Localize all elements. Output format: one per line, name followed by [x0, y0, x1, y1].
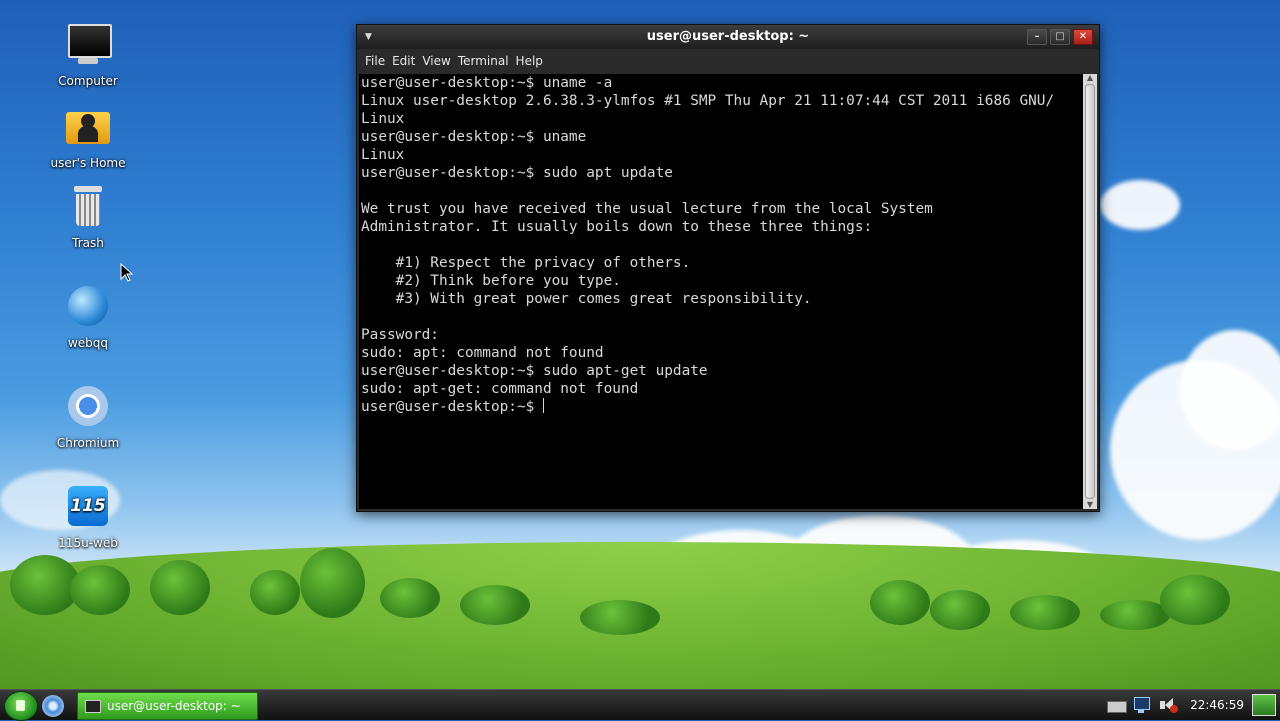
desktop-icon-label: user's Home: [50, 156, 126, 170]
terminal-line: user@user-desktop:~$: [361, 398, 544, 415]
desktop-icon-computer[interactable]: Computer: [38, 22, 138, 88]
desktop-icon-chromium[interactable]: Chromium: [38, 384, 138, 450]
terminal-line: Linux: [361, 111, 405, 127]
terminal-output[interactable]: user@user-desktop:~$ uname -a Linux user-…: [359, 74, 1083, 509]
desktop-icon-webqq[interactable]: webqq: [38, 284, 138, 350]
menu-terminal[interactable]: Terminal: [458, 54, 509, 68]
globe-icon: [64, 284, 112, 332]
start-menu-button[interactable]: [4, 691, 38, 721]
trash-icon: [64, 184, 112, 232]
terminal-window[interactable]: ▼ user@user-desktop: ~ – □ ✕ File Edit V…: [356, 24, 1100, 512]
terminal-line: user@user-desktop:~$ uname -a: [361, 75, 613, 91]
menu-view[interactable]: View: [422, 54, 450, 68]
terminal-icon: [85, 700, 101, 713]
terminal-line: #1) Respect the privacy of others.: [361, 255, 691, 271]
maximize-button[interactable]: □: [1050, 29, 1070, 45]
menu-help[interactable]: Help: [516, 54, 543, 68]
115-app-icon: 115: [64, 484, 112, 532]
menu-edit[interactable]: Edit: [392, 54, 415, 68]
taskbar-item-label: user@user-desktop: ~: [107, 699, 241, 713]
clock[interactable]: 22:46:59: [1190, 698, 1244, 712]
desktop-icon-label: Chromium: [56, 436, 120, 450]
network-icon[interactable]: [1132, 696, 1152, 714]
scroll-down-icon[interactable]: ▼: [1083, 501, 1097, 509]
scrollbar[interactable]: ▲ ▼: [1083, 74, 1097, 509]
terminal-line: Linux user-desktop 2.6.38.3-ylmfos #1 SM…: [361, 93, 1055, 109]
terminal-line: #2) Think before you type.: [361, 273, 621, 289]
show-desktop-button[interactable]: [1252, 694, 1276, 716]
terminal-line: Password:: [361, 327, 439, 343]
desktop-icon-115u-web[interactable]: 115 115u-web: [38, 484, 138, 550]
desktop-icon-label: Computer: [58, 74, 118, 88]
mouse-pointer-icon: [120, 263, 134, 282]
desktop-icon-label: Trash: [72, 236, 104, 250]
desktop-icon-home[interactable]: user's Home: [38, 104, 138, 170]
window-menu-icon[interactable]: ▼: [365, 25, 372, 49]
close-button[interactable]: ✕: [1073, 29, 1093, 45]
terminal-line: Linux: [361, 147, 405, 163]
terminal-line: Administrator. It usually boils down to …: [361, 219, 873, 235]
taskbar-item-terminal[interactable]: user@user-desktop: ~: [77, 692, 258, 720]
taskbar: user@user-desktop: ~ 22:46:59: [0, 689, 1280, 721]
menu-file[interactable]: File: [365, 54, 385, 68]
window-titlebar[interactable]: ▼ user@user-desktop: ~ – □ ✕: [357, 25, 1099, 49]
terminal-line: sudo: apt: command not found: [361, 345, 604, 361]
volume-icon[interactable]: [1158, 696, 1179, 714]
desktop-icon-label: webqq: [67, 336, 109, 350]
scrollbar-thumb[interactable]: [1085, 84, 1095, 499]
terminal-line: sudo: apt-get: command not found: [361, 381, 639, 397]
menu-bar: File Edit View Terminal Help: [357, 49, 1099, 73]
window-title: user@user-desktop: ~: [646, 29, 810, 44]
computer-icon: [64, 22, 112, 70]
system-tray: 22:46:59: [1100, 690, 1280, 720]
browser-launcher-icon[interactable]: [42, 695, 64, 717]
terminal-line: We trust you have received the usual lec…: [361, 201, 933, 217]
home-folder-icon: [64, 104, 112, 152]
chromium-icon: [64, 384, 112, 432]
terminal-line: user@user-desktop:~$ sudo apt update: [361, 165, 673, 181]
keyboard-icon[interactable]: [1106, 696, 1128, 714]
desktop-icon-trash[interactable]: Trash: [38, 184, 138, 250]
scroll-up-icon[interactable]: ▲: [1083, 74, 1097, 82]
terminal-line: user@user-desktop:~$ uname: [361, 129, 587, 145]
text-cursor: [542, 398, 544, 413]
terminal-line: user@user-desktop:~$ sudo apt-get update: [361, 363, 708, 379]
desktop-icon-label: 115u-web: [58, 536, 118, 550]
minimize-button[interactable]: –: [1027, 29, 1047, 45]
terminal-line: #3) With great power comes great respons…: [361, 291, 812, 307]
